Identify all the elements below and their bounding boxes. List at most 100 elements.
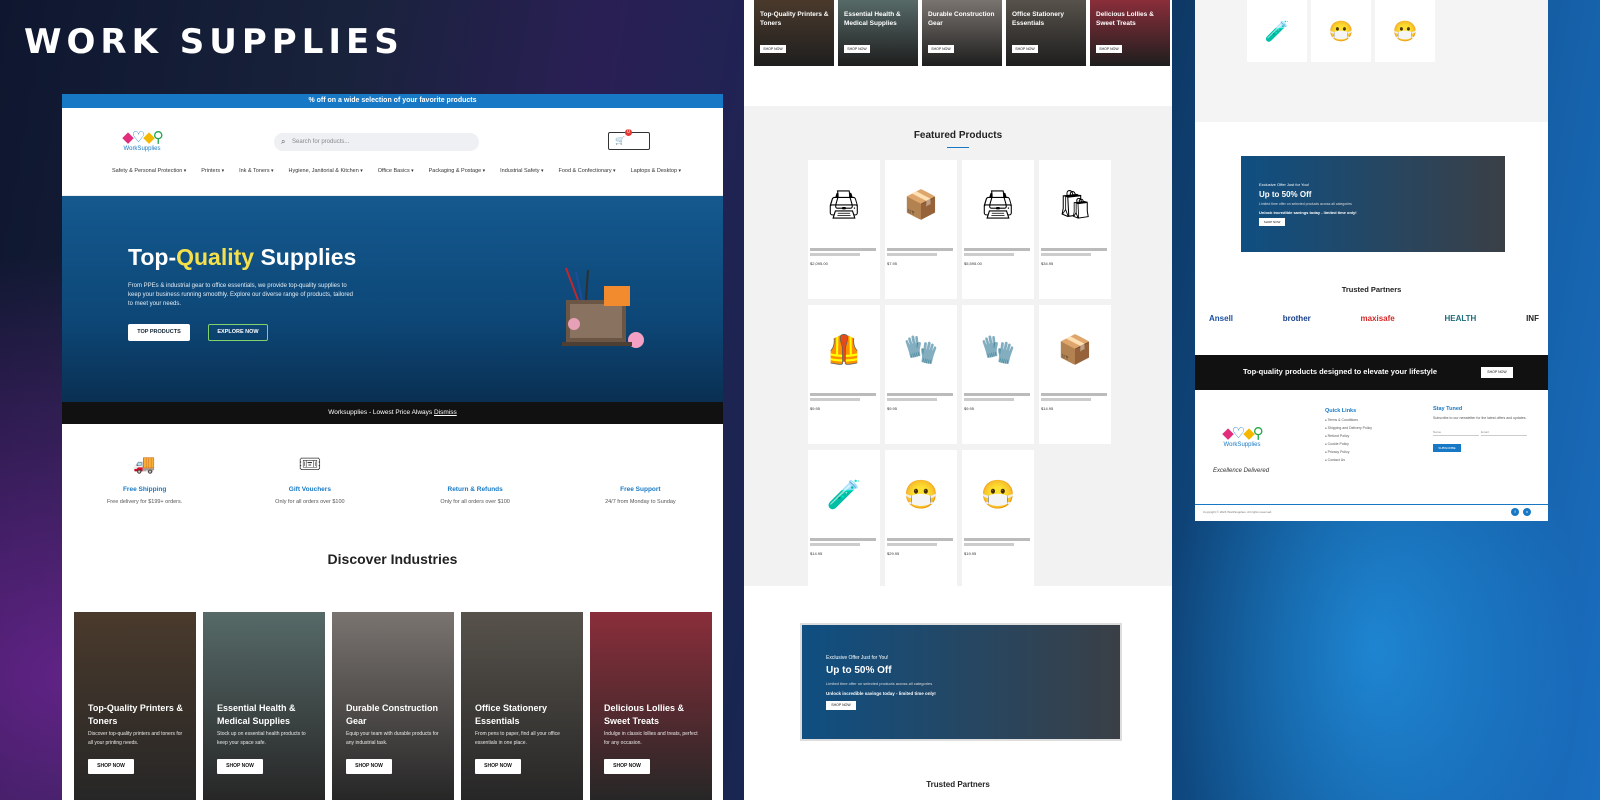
category-card[interactable]: Durable Construction Gear SHOP NOW <box>922 0 1002 66</box>
featured-products-preview: Top-Quality Printers & Toners SHOP NOW Ess… <box>744 0 1172 800</box>
feature-desc: Free delivery for $199+ orders. <box>106 499 183 505</box>
cta-shop-button[interactable]: SHOP NOW <box>1481 367 1513 378</box>
dismiss-link[interactable]: Dismiss <box>434 409 457 416</box>
mask-box-icon[interactable]: 📦 <box>887 162 955 246</box>
category-card[interactable]: Durable Construction Gear Equip your team… <box>332 612 454 800</box>
nav-item[interactable]: Ink & Toners <box>239 168 273 174</box>
facebook-icon[interactable]: f <box>1511 508 1519 516</box>
partner-logo[interactable]: HEALTH <box>1444 309 1476 327</box>
category-card[interactable]: Top-Quality Printers & Toners Discover to… <box>74 612 196 800</box>
category-card[interactable]: Office Stationery Essentials SHOP NOW <box>1006 0 1086 66</box>
nav-item[interactable]: Food & Confectionary <box>558 168 615 174</box>
quick-link[interactable]: Refund Policy <box>1325 434 1372 438</box>
partner-logo[interactable]: Ansell <box>1209 309 1233 327</box>
category-desc: Stock up on essential health products to… <box>217 731 306 746</box>
site-logo[interactable]: ◆♡◆⚲ WorkSupplies <box>112 128 172 152</box>
product-card[interactable]: 📦 $7.95 <box>885 160 957 299</box>
search-placeholder: Search for products... <box>292 139 350 145</box>
nav-item[interactable]: Printers <box>201 168 224 174</box>
industry-categories: Top-Quality Printers & Toners Discover to… <box>74 612 712 800</box>
shop-now-button[interactable]: SHOP NOW <box>760 45 786 53</box>
subscribe-button[interactable]: SUBSCRIBE <box>1433 444 1461 452</box>
shop-now-button[interactable]: SHOP NOW <box>88 759 134 774</box>
category-card[interactable]: Essential Health & Medical Supplies Stock… <box>203 612 325 800</box>
product-card[interactable]: 😷 $29.95 <box>885 450 957 589</box>
product-card[interactable]: 🖨 $5,595.00 <box>962 160 1034 299</box>
shop-now-button[interactable]: SHOP NOW <box>844 45 870 53</box>
explore-now-button[interactable]: EXPLORE NOW <box>208 324 268 341</box>
shop-now-button[interactable]: SHOP NOW <box>1012 45 1038 53</box>
respirator-icon[interactable]: 😷 <box>964 452 1032 536</box>
category-card[interactable]: Office Stationery Essentials From pens to… <box>461 612 583 800</box>
cart-button[interactable]: 🛒 0 <box>608 129 650 150</box>
category-title: Top-Quality Printers & Toners <box>760 11 829 27</box>
shop-now-button[interactable]: SHOP NOW <box>1096 45 1122 53</box>
shop-now-button[interactable]: SHOP NOW <box>217 759 263 774</box>
twitter-icon[interactable]: x <box>1523 508 1531 516</box>
quick-link[interactable]: Shipping and Delivery Policy <box>1325 426 1372 430</box>
feature-item: Free Support 24/7 from Monday to Sunday <box>558 454 723 505</box>
shop-now-button[interactable]: SHOP NOW <box>928 45 954 53</box>
product-card[interactable]: 🦺 $9.95 <box>808 305 880 444</box>
offer-title: Up to 50% Off <box>826 665 892 676</box>
desk-organizer-image <box>562 267 644 348</box>
cart-count-badge: 0 <box>625 129 632 136</box>
nav-item[interactable]: Laptops & Desktop <box>631 168 681 174</box>
logo-mark: ◆♡◆⚲ <box>1222 425 1264 442</box>
printer-icon[interactable]: 🖨 <box>964 162 1032 246</box>
product-card[interactable]: 🧪 $14.95 <box>808 450 880 589</box>
latex-box-icon[interactable]: 📦 <box>1041 307 1109 391</box>
shop-now-button[interactable]: SHOP NOW <box>475 759 521 774</box>
product-card[interactable]: 📦 $14.95 <box>1039 305 1111 444</box>
product-card[interactable]: 🛍 $34.95 <box>1039 160 1111 299</box>
name-field[interactable]: Name <box>1433 430 1479 436</box>
product-name <box>810 393 876 396</box>
product-card[interactable]: 😷 $19.95 <box>962 450 1034 589</box>
nav-item[interactable]: Hygiene, Janitorial & Kitchen <box>288 168 362 174</box>
shop-now-button[interactable]: SHOP NOW <box>604 759 650 774</box>
newsletter: Stay Tuned Subscribe to our newsletter f… <box>1433 406 1533 452</box>
quick-link[interactable]: Terms & Conditions <box>1325 418 1372 422</box>
gloves-pack-icon[interactable]: 🧤 <box>964 307 1032 391</box>
partner-logo[interactable]: maxisafe <box>1360 309 1394 327</box>
test-kit-icon[interactable]: 🧪 <box>810 452 878 536</box>
top-products-button[interactable]: TOP PRODUCTS <box>128 324 190 341</box>
respirator-icon[interactable]: 😷 <box>1375 0 1435 62</box>
shop-now-button[interactable]: SHOP NOW <box>346 759 392 774</box>
category-card[interactable]: Delicious Lollies & Sweet Treats SHOP NOW <box>1090 0 1170 66</box>
test-kit-icon[interactable]: 🧪 <box>1247 0 1307 62</box>
mask-icon[interactable]: 😷 <box>887 452 955 536</box>
email-field[interactable]: Email <box>1481 430 1527 436</box>
mask-icon[interactable]: 😷 <box>1311 0 1371 62</box>
quick-link[interactable]: Contact Us <box>1325 458 1372 462</box>
nav-item[interactable]: Packaging & Postage <box>429 168 486 174</box>
glove-icon[interactable]: 🧤 <box>887 307 955 391</box>
printer-icon[interactable]: 🖨 <box>810 162 878 246</box>
offer-shop-button[interactable]: SHOP NOW <box>1259 218 1285 226</box>
category-card[interactable]: Top-Quality Printers & Toners SHOP NOW <box>754 0 834 66</box>
copyright: Copyright © 2024 WorkSupplies. All right… <box>1203 510 1273 514</box>
category-title: Office Stationery Essentials <box>1012 11 1065 27</box>
quick-link[interactable]: Cookie Policy <box>1325 442 1372 446</box>
offer-shop-button[interactable]: SHOP NOW <box>826 701 856 710</box>
product-card[interactable]: 🧤 $9.95 <box>885 305 957 444</box>
nav-item[interactable]: Industrial Safety <box>500 168 543 174</box>
product-card[interactable]: 🖨 $2,095.00 <box>808 160 880 299</box>
nav-item[interactable]: Office Basics <box>378 168 414 174</box>
homepage-preview: % off on a wide selection of your favori… <box>62 94 723 800</box>
category-card[interactable]: Essential Health & Medical Supplies SHOP … <box>838 0 918 66</box>
category-card[interactable]: Delicious Lollies & Sweet Treats Indulge … <box>590 612 712 800</box>
partner-logo[interactable]: INF <box>1526 309 1539 327</box>
footer-logo[interactable]: ◆♡◆⚲ WorkSupplies <box>1217 424 1267 448</box>
search-input[interactable]: ⌕ Search for products... <box>274 133 479 151</box>
return-icon <box>393 454 558 478</box>
vest-icon[interactable]: 🦺 <box>810 307 878 391</box>
partner-logo[interactable]: brother <box>1283 309 1311 327</box>
product-price: $29.95 <box>887 551 900 556</box>
quick-link[interactable]: Privacy Policy <box>1325 450 1372 454</box>
product-meta <box>887 543 937 546</box>
product-card[interactable]: 🧤 $9.95 <box>962 305 1034 444</box>
bags-icon[interactable]: 🛍 <box>1041 162 1109 246</box>
nav-item[interactable]: Safety & Personal Protection <box>112 168 186 174</box>
product-meta <box>964 543 1014 546</box>
